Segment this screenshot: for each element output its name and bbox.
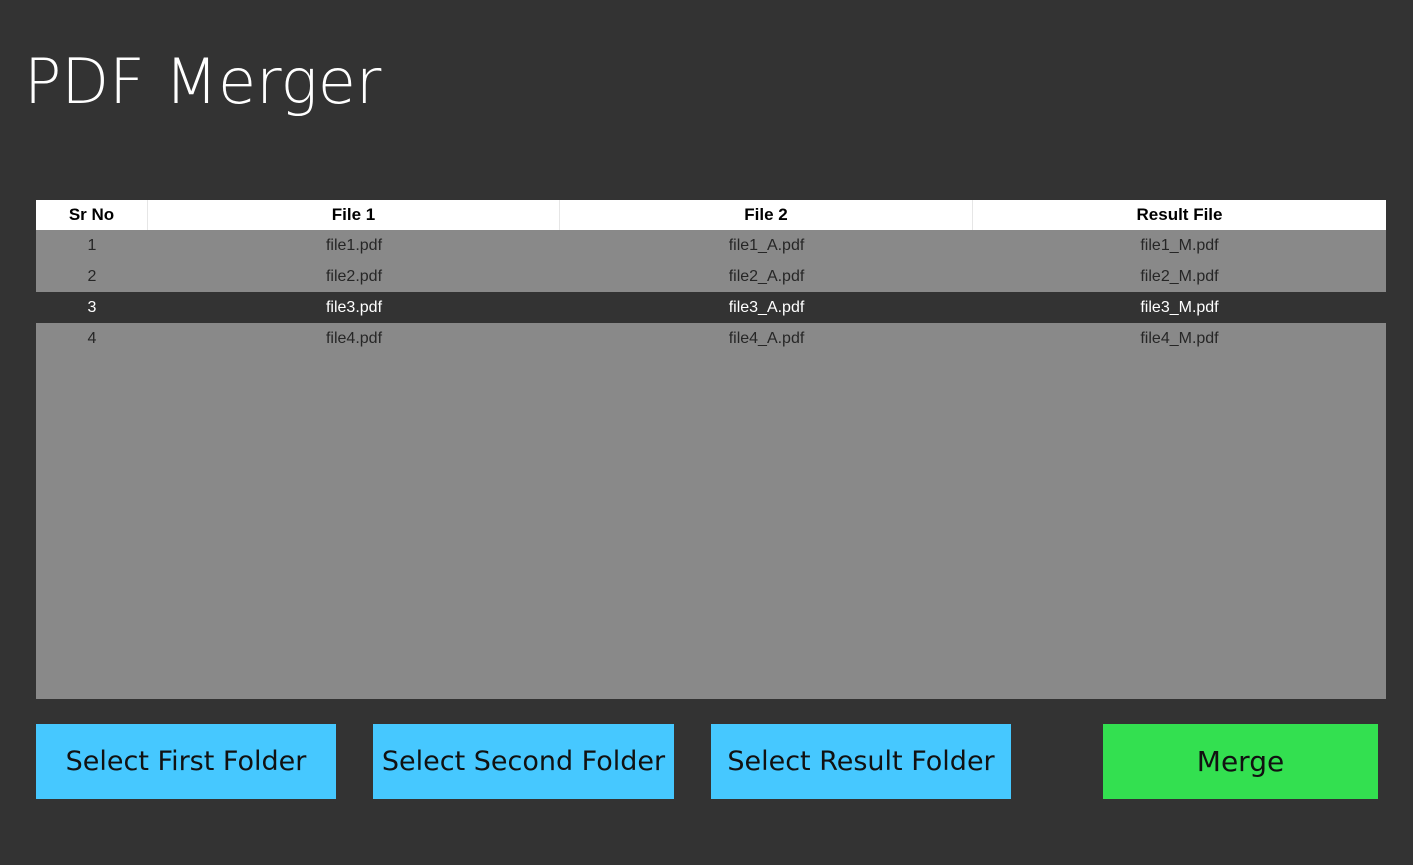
- sr-no-cell: 2: [87, 267, 97, 285]
- sr-no-cell: 4: [87, 329, 97, 347]
- table-body: 1 file1.pdf file1_A.pdf file1_M.pdf 2 fi…: [36, 230, 1386, 354]
- table-header: Sr No File 1 File 2 Result File: [36, 200, 1386, 230]
- column-header-result-file: Result File: [1136, 205, 1223, 224]
- file-1-cell: file4.pdf: [325, 329, 383, 347]
- select-first-folder-button[interactable]: Select First Folder: [36, 724, 336, 799]
- sr-no-cell: 1: [87, 236, 97, 254]
- file-1-cell: file2.pdf: [325, 267, 383, 285]
- column-header-sr-no: Sr No: [36, 200, 148, 230]
- result-file-cell: file2_M.pdf: [1140, 267, 1219, 285]
- file-pairs-table[interactable]: Sr No File 1 File 2 Result File 1 file1.…: [36, 200, 1386, 699]
- column-header-file-1: File 1: [148, 200, 560, 230]
- column-header-file-2: File 2: [560, 200, 973, 230]
- result-file-cell: file4_M.pdf: [1140, 329, 1219, 347]
- file-1-cell: file1.pdf: [325, 236, 383, 254]
- table-row[interactable]: 2 file2.pdf file2_A.pdf file2_M.pdf: [36, 261, 1386, 292]
- result-file-cell: file3_M.pdf: [1140, 298, 1219, 316]
- table-row[interactable]: 4 file4.pdf file4_A.pdf file4_M.pdf: [36, 323, 1386, 354]
- select-result-folder-button[interactable]: Select Result Folder: [711, 724, 1011, 799]
- result-file-cell: file1_M.pdf: [1140, 236, 1219, 254]
- file-1-cell: file3.pdf: [325, 298, 383, 316]
- table-row-selected[interactable]: 3 file3.pdf file3_A.pdf file3_M.pdf: [36, 292, 1386, 323]
- table-row[interactable]: 1 file1.pdf file1_A.pdf file1_M.pdf: [36, 230, 1386, 261]
- select-second-folder-button[interactable]: Select Second Folder: [373, 724, 674, 799]
- sr-no-cell: 3: [87, 298, 97, 316]
- file-2-cell: file2_A.pdf: [728, 267, 805, 285]
- file-2-cell: file1_A.pdf: [728, 236, 805, 254]
- app-title: PDF Merger: [24, 45, 382, 118]
- file-2-cell: file3_A.pdf: [728, 298, 805, 316]
- merge-button[interactable]: Merge: [1103, 724, 1378, 799]
- file-2-cell: file4_A.pdf: [728, 329, 805, 347]
